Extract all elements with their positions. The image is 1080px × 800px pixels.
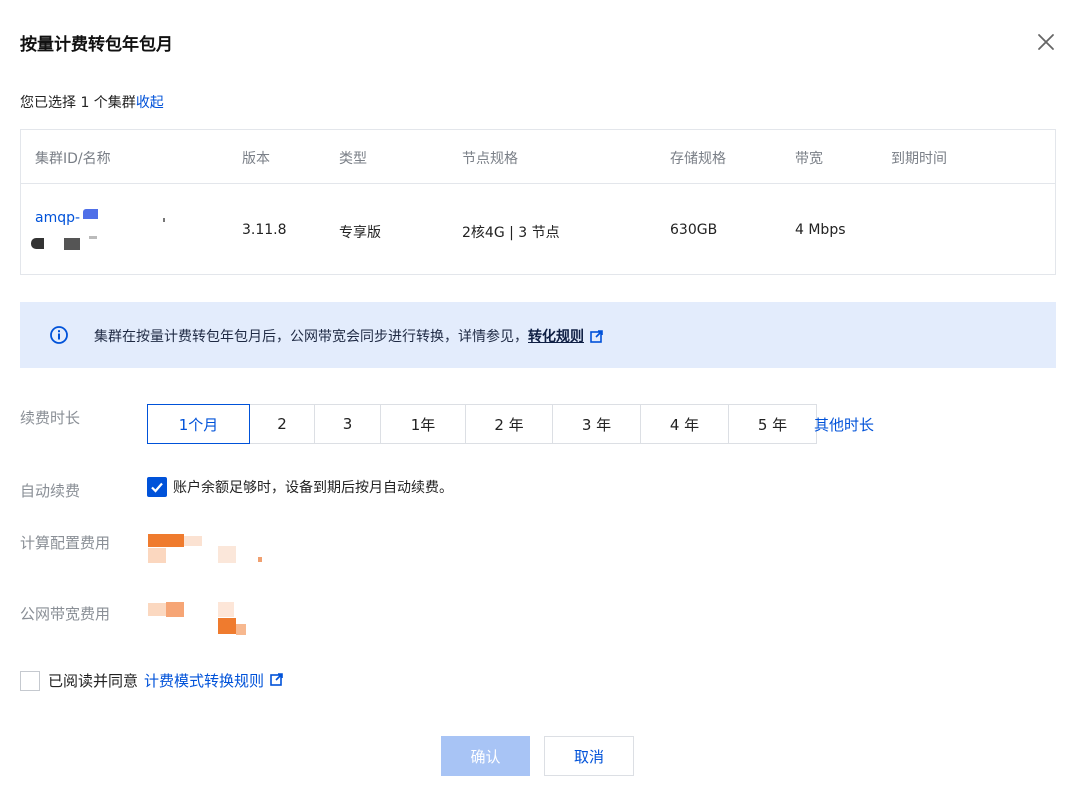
redaction-mask <box>218 602 234 617</box>
confirm-button[interactable]: 确认 <box>441 736 530 776</box>
cell-type: 专享版 <box>339 225 381 241</box>
header-expire: 到期时间 <box>891 151 947 167</box>
header-bandwidth: 带宽 <box>795 151 823 167</box>
notice-message: 集群在按量计费转包年包月后，公网带宽会同步进行转换，详情参见， <box>94 329 528 345</box>
header-cluster-id: 集群ID/名称 <box>35 151 111 167</box>
dialog-title: 按量计费转包年包月 <box>20 35 173 55</box>
redaction-mask <box>218 546 236 563</box>
redaction-mask <box>89 236 97 239</box>
compute-fee-label: 计算配置费用 <box>20 534 111 552</box>
duration-option-4-year[interactable]: 4 年 <box>640 404 729 444</box>
notice-banner: 集群在按量计费转包年包月后，公网带宽会同步进行转换，详情参见，转化规则 <box>20 302 1056 368</box>
redaction-mask <box>64 238 80 250</box>
bandwidth-fee-label: 公网带宽费用 <box>20 605 111 623</box>
redaction-mask <box>236 624 246 635</box>
duration-option-2[interactable]: 2 <box>249 404 315 444</box>
redaction-mask <box>163 218 165 222</box>
cluster-table: 集群ID/名称 版本 类型 节点规格 存储规格 带宽 到期时间 amqp- 3.… <box>20 129 1056 275</box>
renewal-duration-group: 1个月 2 3 1年 2 年 3 年 4 年 5 年 <box>147 404 817 444</box>
header-node-spec: 节点规格 <box>462 151 518 167</box>
duration-option-3-year[interactable]: 3 年 <box>552 404 641 444</box>
auto-renew-option: 账户余额足够时，设备到期后按月自动续费。 <box>147 477 453 497</box>
duration-option-1-year[interactable]: 1年 <box>380 404 466 444</box>
cell-version: 3.11.8 <box>242 222 287 238</box>
table-row: amqp- 3.11.8 专享版 2核4G | 3 节点 630GB 4 Mbp… <box>21 184 1055 274</box>
header-storage: 存储规格 <box>670 151 726 167</box>
external-link-icon[interactable] <box>590 330 603 347</box>
duration-option-5-year[interactable]: 5 年 <box>728 404 817 444</box>
agreement-row: 已阅读并同意 计费模式转换规则 <box>20 670 283 691</box>
duration-option-1-month[interactable]: 1个月 <box>147 404 250 444</box>
info-circle-icon <box>50 326 68 344</box>
redaction-mask <box>31 238 44 249</box>
close-icon[interactable] <box>1036 32 1056 52</box>
table-header: 集群ID/名称 版本 类型 节点规格 存储规格 带宽 到期时间 <box>21 130 1055 184</box>
cluster-name-link[interactable]: amqp- <box>35 210 80 226</box>
duration-option-3[interactable]: 3 <box>314 404 381 444</box>
redaction-mask <box>83 209 98 219</box>
auto-renew-checkbox[interactable] <box>147 477 167 497</box>
redaction-mask <box>148 548 166 563</box>
selection-summary: 您已选择 1 个集群收起 <box>20 92 164 112</box>
header-version: 版本 <box>242 151 270 167</box>
other-duration-link[interactable]: 其他时长 <box>814 414 874 435</box>
redaction-mask <box>166 602 184 617</box>
cancel-button[interactable]: 取消 <box>544 736 634 776</box>
selection-text: 您已选择 1 个集群 <box>20 95 136 111</box>
agreement-checkbox[interactable] <box>20 670 40 691</box>
cell-node-spec: 2核4G | 3 节点 <box>462 225 560 241</box>
auto-renew-text: 账户余额足够时，设备到期后按月自动续费。 <box>173 480 453 496</box>
auto-renew-label: 自动续费 <box>20 482 81 500</box>
cell-storage: 630GB <box>670 222 718 238</box>
external-link-icon[interactable] <box>270 672 283 690</box>
redaction-mask <box>184 536 202 546</box>
redaction-mask <box>148 603 166 616</box>
conversion-rule-link[interactable]: 转化规则 <box>528 329 584 345</box>
notice-text: 集群在按量计费转包年包月后，公网带宽会同步进行转换，详情参见，转化规则 <box>94 326 603 347</box>
cell-bandwidth: 4 Mbps <box>795 222 846 238</box>
billing-rule-link[interactable]: 计费模式转换规则 <box>144 670 264 691</box>
renewal-label: 续费时长 <box>20 409 81 427</box>
collapse-link[interactable]: 收起 <box>136 95 164 111</box>
agreement-text: 已阅读并同意 <box>48 672 139 690</box>
duration-option-2-year[interactable]: 2 年 <box>465 404 553 444</box>
bandwidth-fee-value <box>218 618 236 634</box>
compute-fee-value <box>148 534 184 547</box>
redaction-mask <box>258 557 262 562</box>
header-type: 类型 <box>339 151 367 167</box>
